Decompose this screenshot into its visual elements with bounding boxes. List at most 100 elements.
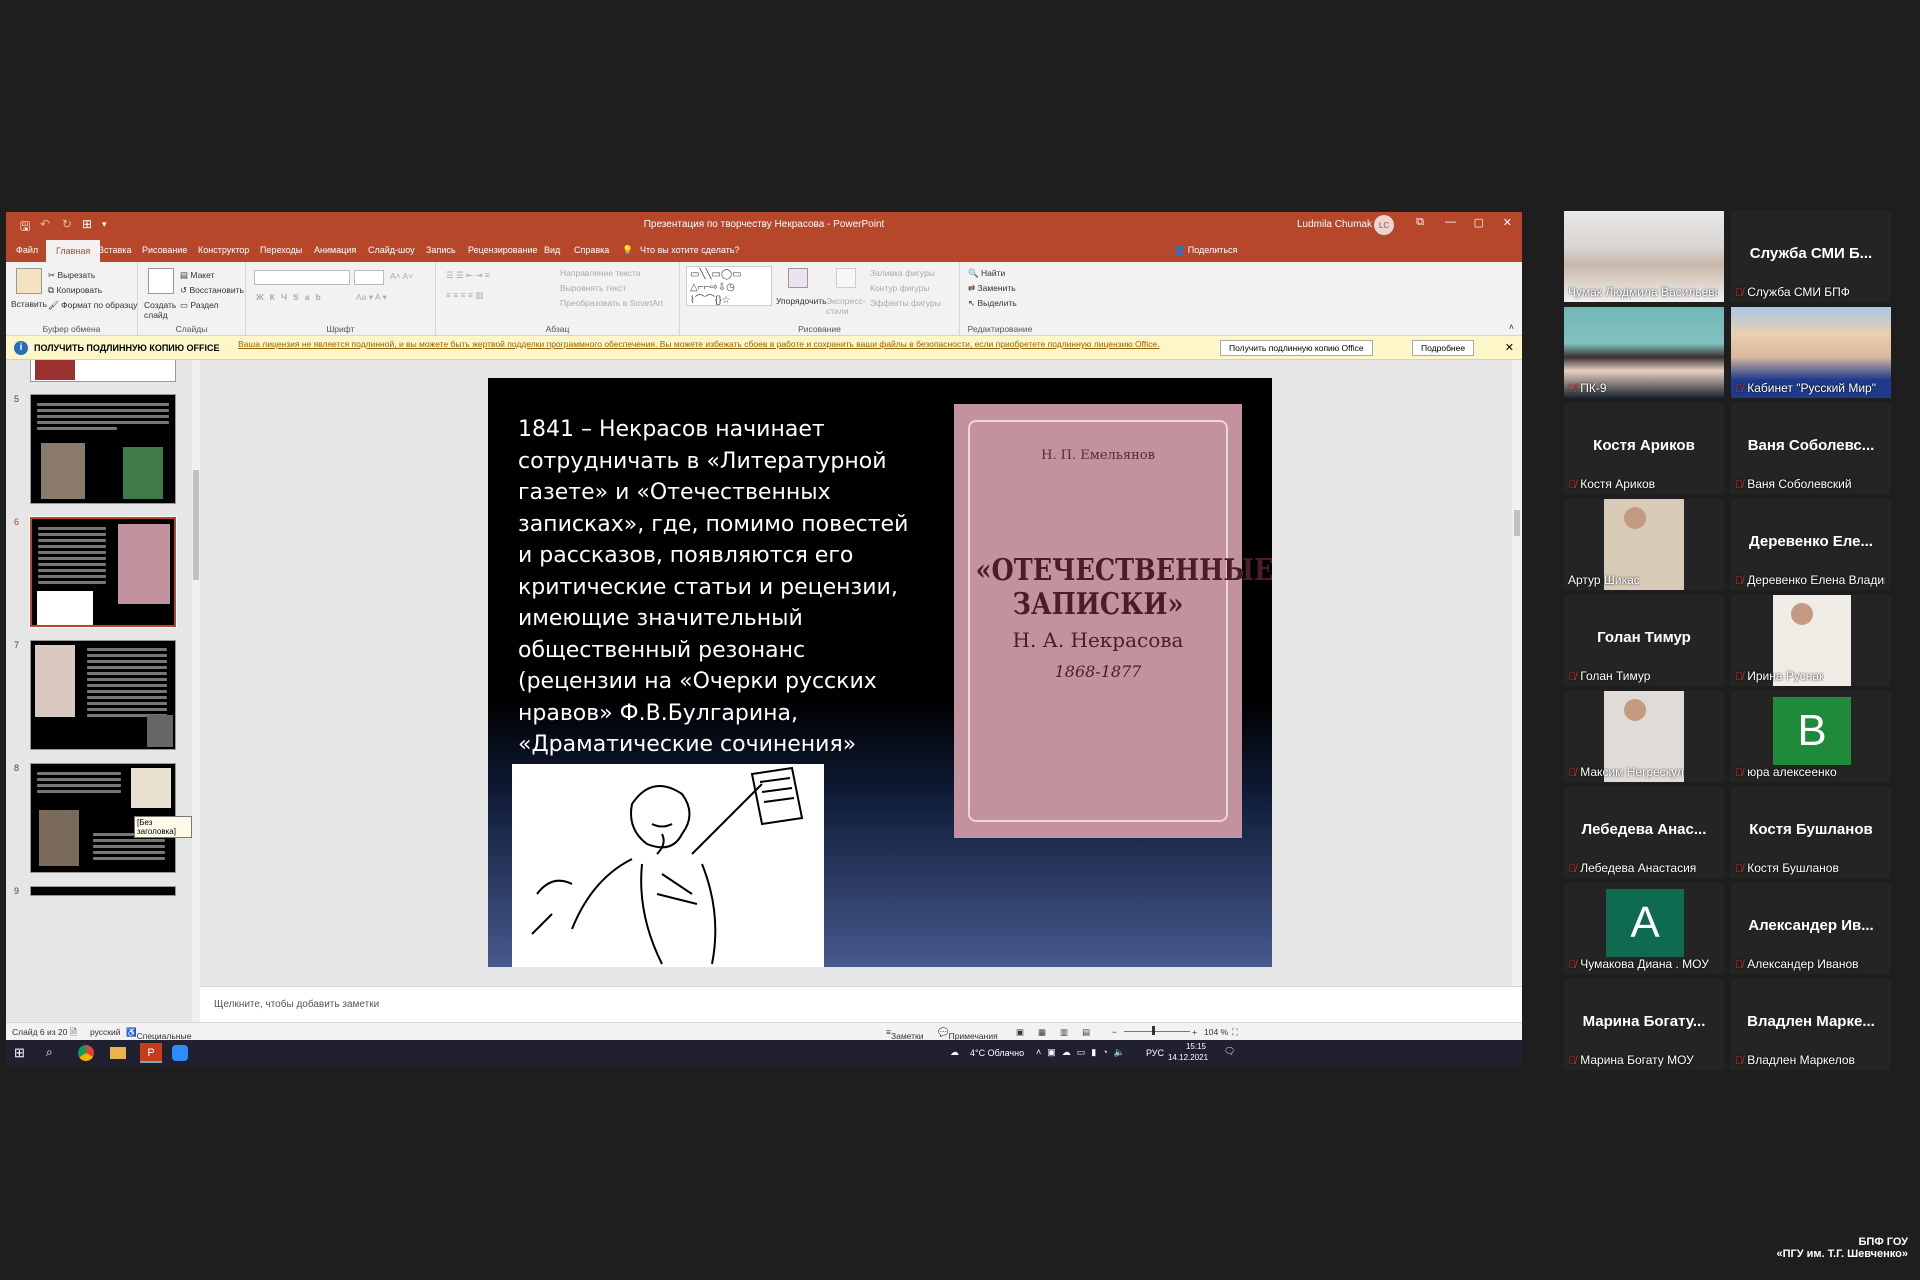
new-slide-button[interactable]: Создать слайд <box>144 300 178 320</box>
powerpoint-taskbar-icon[interactable]: P <box>140 1043 162 1063</box>
participant-tile[interactable]: 🎙̸ ПК-9 <box>1564 307 1724 398</box>
participant-tile[interactable]: 🎙̸ Максим Негрескул <box>1564 691 1724 782</box>
notes-toggle[interactable]: ≡ Заметки <box>886 1027 923 1041</box>
participant-tile[interactable]: 🎙̸ Ирина Руснак <box>1731 595 1891 686</box>
more-info-button[interactable]: Подробнее <box>1412 340 1475 356</box>
zoom-level[interactable]: 104 % <box>1204 1027 1228 1037</box>
weather-text[interactable]: 4°C Облачно <box>970 1048 1024 1058</box>
participant-tile[interactable]: Деревенко Еле... 🎙̸Деревенко Елена Владим… <box>1731 499 1891 590</box>
zoom-slider-thumb[interactable] <box>1152 1026 1155 1035</box>
participant-tile[interactable]: Лебедева Анас... 🎙̸ Лебедева Анастасия <box>1564 787 1724 878</box>
zoom-slider[interactable] <box>1124 1031 1190 1032</box>
cut-button[interactable]: ✂ Вырезать <box>48 270 95 281</box>
comments-toggle[interactable]: 💬 Примечания <box>938 1027 998 1041</box>
scrollbar-thumb[interactable] <box>193 470 199 580</box>
align-text-button[interactable]: Выровнять текст <box>560 283 626 293</box>
replace-button[interactable]: ⇄ Заменить <box>968 283 1016 294</box>
shape-effects-button[interactable]: Эффекты фигуры <box>870 298 941 308</box>
tab-home[interactable]: Главная <box>46 240 101 262</box>
participant-tile[interactable]: A 🎙̸ Чумакова Диана . МОУ <box>1564 883 1724 974</box>
participant-tile[interactable]: Служба СМИ Б... 🎙̸ Служба СМИ БПФ <box>1731 211 1891 302</box>
scrollbar-thumb[interactable] <box>1514 510 1520 536</box>
tab-review[interactable]: Рецензирование <box>468 245 538 255</box>
collapse-ribbon-icon[interactable]: ˄ <box>1509 322 1514 332</box>
tab-file[interactable]: Файл <box>16 245 38 255</box>
clock-time[interactable]: 15:15 <box>1176 1042 1216 1051</box>
search-icon[interactable]: ⌕ <box>46 1045 62 1061</box>
fit-slide-icon[interactable]: ⛶ <box>1232 1027 1238 1038</box>
participant-tile[interactable]: Александер Ив... 🎙̸ Александер Иванов <box>1731 883 1891 974</box>
zoom-out-icon[interactable]: − <box>1112 1027 1117 1037</box>
thumbnails-scrollbar[interactable] <box>192 360 200 1022</box>
slide-thumbnail-9[interactable] <box>30 886 176 896</box>
format-painter-button[interactable]: 🖌 Формат по образцу <box>48 300 137 311</box>
smartart-button[interactable]: Преобразовать в SmartArt <box>560 298 663 308</box>
tab-help[interactable]: Справка <box>574 245 609 255</box>
paste-icon[interactable] <box>16 268 42 294</box>
tell-me-box[interactable]: Что вы хотите сделать? <box>640 245 740 255</box>
participant-tile[interactable]: Чумак Людмила Васильевна <box>1564 211 1724 302</box>
arrange-icon[interactable] <box>788 268 808 288</box>
participant-tile[interactable]: Марина Богату... 🎙̸ Марина Богату МОУ <box>1564 979 1724 1070</box>
input-language[interactable]: РУС <box>1146 1048 1164 1058</box>
participant-tile[interactable]: Костя Бушланов 🎙̸ Костя Бушланов <box>1731 787 1891 878</box>
current-slide[interactable]: 1841 – Некрасов начинает сотрудничать в … <box>488 378 1272 967</box>
find-button[interactable]: 🔍 Найти <box>968 268 1005 279</box>
tab-view[interactable]: Вид <box>544 245 560 255</box>
tab-design[interactable]: Конструктор <box>198 245 249 255</box>
slide-thumbnails[interactable]: 5 6 7 8 [Без заголовка] 9 <box>6 360 192 1022</box>
close-icon[interactable]: ✕ <box>1503 216 1512 229</box>
zoom-in-icon[interactable]: + <box>1192 1027 1197 1037</box>
slide-thumbnail-7[interactable] <box>30 640 176 750</box>
quick-styles-icon[interactable] <box>836 268 856 288</box>
font-grow-icon[interactable]: A˄ A˅ <box>390 271 413 281</box>
tab-draw[interactable]: Рисование <box>142 245 187 255</box>
view-buttons[interactable]: ▣▦▥▤ <box>1016 1027 1104 1038</box>
shape-outline-button[interactable]: Контур фигуры <box>870 283 929 293</box>
notes-pane[interactable]: Щелкните, чтобы добавить заметки <box>200 986 1522 1022</box>
chrome-icon[interactable] <box>78 1045 94 1061</box>
tab-record[interactable]: Запись <box>426 245 456 255</box>
clock-date[interactable]: 14.12.2021 <box>1168 1053 1208 1062</box>
participant-tile[interactable]: B 🎙̸ юра алексеенко <box>1731 691 1891 782</box>
participant-tile[interactable]: Ваня Соболевс... 🎙̸ Ваня Соболевский <box>1731 403 1891 494</box>
share-button[interactable]: 👤 Поделиться <box>1174 245 1237 256</box>
windows-start-icon[interactable]: ⊞ <box>14 1045 30 1061</box>
user-avatar[interactable]: LC <box>1374 215 1394 235</box>
section-button[interactable]: ▭ Раздел <box>180 300 219 311</box>
book-cover-image[interactable]: Н. П. Емельянов «ОТЕЧЕСТВЕННЫЕ ЗАПИСКИ» … <box>954 404 1272 838</box>
participant-tile[interactable]: Владлен Марке... 🎙̸ Владлен Маркелов <box>1731 979 1891 1070</box>
explorer-icon[interactable] <box>110 1047 126 1059</box>
participant-tile[interactable]: Артур Шикас <box>1564 499 1724 590</box>
new-slide-icon[interactable] <box>148 268 174 294</box>
license-text[interactable]: Ваша лицензия не является подлинной, и в… <box>238 339 1198 350</box>
font-name-select[interactable] <box>254 270 350 285</box>
tray-icons[interactable]: ˄▣☁▭▮◔🔈 <box>1036 1047 1131 1058</box>
participant-tile[interactable]: Костя Ариков 🎙̸ Костя Ариков <box>1564 403 1724 494</box>
slide-body-text[interactable]: 1841 – Некрасов начинает сотрудничать в … <box>518 414 918 792</box>
language-status[interactable]: русский <box>90 1027 121 1037</box>
zoom-taskbar-icon[interactable] <box>172 1045 188 1061</box>
font-size-select[interactable] <box>354 270 384 285</box>
editor-scrollbar[interactable] <box>1512 360 1522 986</box>
ribbon-options-icon[interactable]: ⧉ <box>1416 216 1424 229</box>
reset-button[interactable]: ↺ Восстановить <box>180 285 244 296</box>
tab-animations[interactable]: Анимация <box>314 245 356 255</box>
text-direction-button[interactable]: Направление текста <box>560 268 641 278</box>
quick-styles-button[interactable]: Экспресс-стили <box>826 296 866 316</box>
notifications-icon[interactable]: 🗨 <box>1224 1046 1235 1057</box>
slide-thumbnail-5[interactable] <box>30 394 176 504</box>
close-bar-icon[interactable]: ✕ <box>1505 341 1514 354</box>
font-style-buttons[interactable]: ЖКЧSab <box>256 292 327 302</box>
slide-thumbnail-6-selected[interactable] <box>29 516 177 628</box>
shapes-gallery[interactable]: ▭╲╲▭◯▭ △⌐⌐⇨⇩◷ ⌇⌒⌒{}☆ <box>686 266 772 306</box>
minimize-icon[interactable]: — <box>1445 216 1456 228</box>
align-icons[interactable]: ≡ ≡ ≡ ≡ ▥ <box>446 290 483 301</box>
participant-tile[interactable]: Голан Тимур 🎙̸ Голан Тимур <box>1564 595 1724 686</box>
participant-tile[interactable]: 🎙̸ Кабинет "Русский Мир" <box>1731 307 1891 398</box>
layout-button[interactable]: ▤ Макет <box>180 270 214 281</box>
copy-button[interactable]: ⧉ Копировать <box>48 285 102 296</box>
select-button[interactable]: ↖ Выделить <box>968 298 1017 309</box>
shape-fill-button[interactable]: Заливка фигуры <box>870 268 935 278</box>
tab-insert[interactable]: Вставка <box>98 245 131 255</box>
